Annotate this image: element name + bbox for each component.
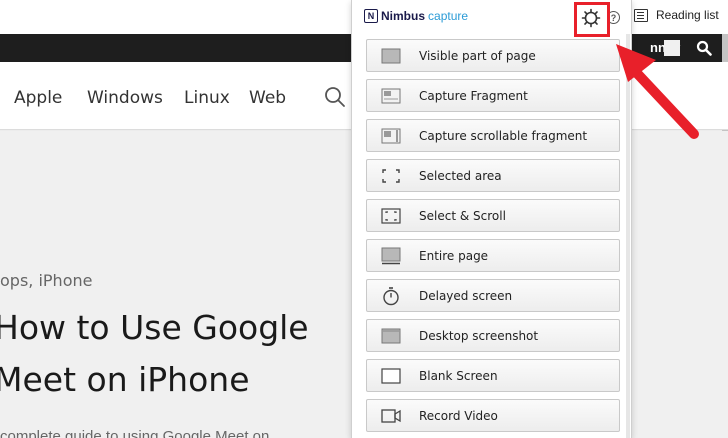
- menu-item-label: Select & Scroll: [419, 208, 506, 223]
- capture-fragment-button[interactable]: Capture Fragment: [366, 79, 620, 112]
- stopwatch-icon: [381, 286, 401, 306]
- menu-item-label: Desktop screenshot: [419, 328, 539, 343]
- nav-link-web[interactable]: Web: [249, 88, 286, 108]
- nimbus-popup: N Nimbus capture ? Visible part of page …: [351, 0, 632, 438]
- blank-screen-icon: [381, 366, 401, 386]
- logo-nimbus-text: Nimbus: [381, 9, 426, 23]
- nav-link-windows[interactable]: Windows: [87, 88, 163, 108]
- headline-line-1: How to Use Google: [0, 308, 309, 347]
- desktop-icon: [381, 326, 401, 346]
- entire-page-button[interactable]: Entire page: [366, 239, 620, 272]
- menu-item-label: Blank Screen: [419, 368, 498, 383]
- record-video-button[interactable]: Record Video: [366, 399, 620, 432]
- article-category[interactable]: ops, iPhone: [0, 271, 92, 290]
- article-headline: How to Use Google Meet on iPhone: [0, 302, 309, 406]
- delayed-screen-button[interactable]: Delayed screen: [366, 279, 620, 312]
- visible-page-button[interactable]: Visible part of page: [366, 39, 620, 72]
- menu-item-label: Record Video: [419, 408, 498, 423]
- headline-line-2: Meet on iPhone: [0, 360, 250, 399]
- search-icon[interactable]: [324, 86, 346, 108]
- menu-item-label: Capture Fragment: [419, 88, 528, 103]
- menu-item-label: Visible part of page: [419, 48, 536, 63]
- desktop-screenshot-button[interactable]: Desktop screenshot: [366, 319, 620, 352]
- blank-screen-button[interactable]: Blank Screen: [366, 359, 620, 392]
- capture-menu: Visible part of page Capture Fragment Ca…: [366, 39, 620, 438]
- menu-item-label: Delayed screen: [419, 288, 513, 303]
- article-excerpt: complete guide to using Google Meet on: [0, 428, 270, 438]
- nav-link-linux[interactable]: Linux: [184, 88, 230, 108]
- logo-mark: N: [364, 9, 378, 23]
- video-camera-icon: [381, 406, 401, 426]
- nimbus-logo: N Nimbus capture: [364, 9, 468, 23]
- menu-item-label: Entire page: [419, 248, 489, 263]
- selected-area-button[interactable]: Selected area: [366, 159, 620, 192]
- selected-area-icon: [381, 166, 401, 186]
- settings-highlight-box: [574, 2, 610, 37]
- scrollable-fragment-icon: [381, 126, 401, 146]
- reading-list-icon: [634, 8, 648, 22]
- reading-list-button[interactable]: Reading list: [634, 0, 719, 30]
- reading-list-label: Reading list: [656, 8, 719, 22]
- logo-capture-text: capture: [428, 9, 469, 23]
- menu-item-label: Selected area: [419, 168, 502, 183]
- select-scroll-button[interactable]: Select & Scroll: [366, 199, 620, 232]
- capture-fragment-icon: [381, 86, 401, 106]
- visible-page-icon: [381, 46, 401, 66]
- nav-link-apple[interactable]: Apple: [14, 88, 62, 108]
- annotation-arrow-icon: [616, 44, 699, 139]
- entire-page-icon: [381, 246, 401, 266]
- capture-scrollable-fragment-button[interactable]: Capture scrollable fragment: [366, 119, 620, 152]
- select-scroll-icon: [381, 206, 401, 226]
- menu-item-label: Capture scrollable fragment: [419, 128, 588, 143]
